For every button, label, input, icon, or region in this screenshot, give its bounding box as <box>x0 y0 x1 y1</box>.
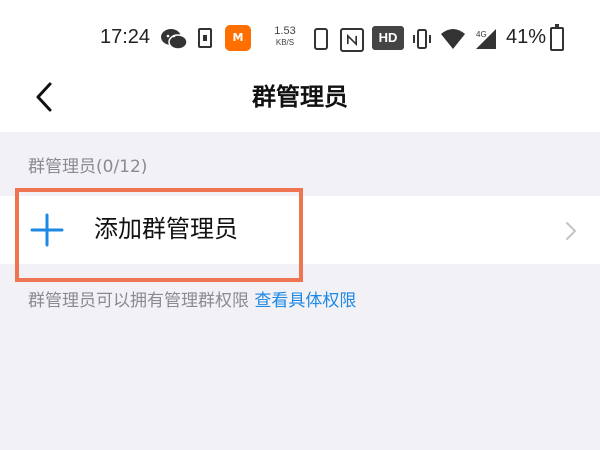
network-speed-unit: KB/S <box>275 38 295 47</box>
section-header: 群管理员(0/12) <box>28 157 148 177</box>
footer-note-text: 群管理员可以拥有管理群权限 <box>28 291 249 311</box>
add-admin-label: 添加群管理员 <box>94 215 238 243</box>
svg-text:4G: 4G <box>476 30 487 39</box>
vibrate-icon <box>413 29 431 49</box>
battery-percent: 41% <box>506 26 547 48</box>
nav-bar: 群管理员 <box>0 80 600 132</box>
wifi-icon <box>441 29 465 49</box>
view-permissions-link[interactable]: 查看具体权限 <box>254 291 356 311</box>
sim-card-icon <box>198 28 212 48</box>
network-speed-value: 1.53 <box>274 25 296 37</box>
nfc-icon <box>340 28 364 52</box>
plus-icon <box>30 213 64 247</box>
chevron-right-icon <box>566 222 576 240</box>
hd-badge: HD <box>372 26 404 50</box>
add-admin-row[interactable]: 添加群管理员 <box>0 196 600 264</box>
signal-4g-icon: 4G <box>476 29 496 49</box>
mango-app-icon: M <box>225 25 251 51</box>
wechat-icon <box>161 29 188 50</box>
footer-note: 群管理员可以拥有管理群权限 查看具体权限 <box>28 286 356 311</box>
status-time: 17:24 <box>100 26 151 48</box>
phone-icon <box>314 28 328 50</box>
battery-icon <box>550 24 564 51</box>
page-title: 群管理员 <box>252 83 348 111</box>
network-speed: 1.53 KB/S <box>270 26 300 48</box>
status-bar: 17:24 M 1.53 KB/S HD 4G 41% <box>0 0 600 80</box>
